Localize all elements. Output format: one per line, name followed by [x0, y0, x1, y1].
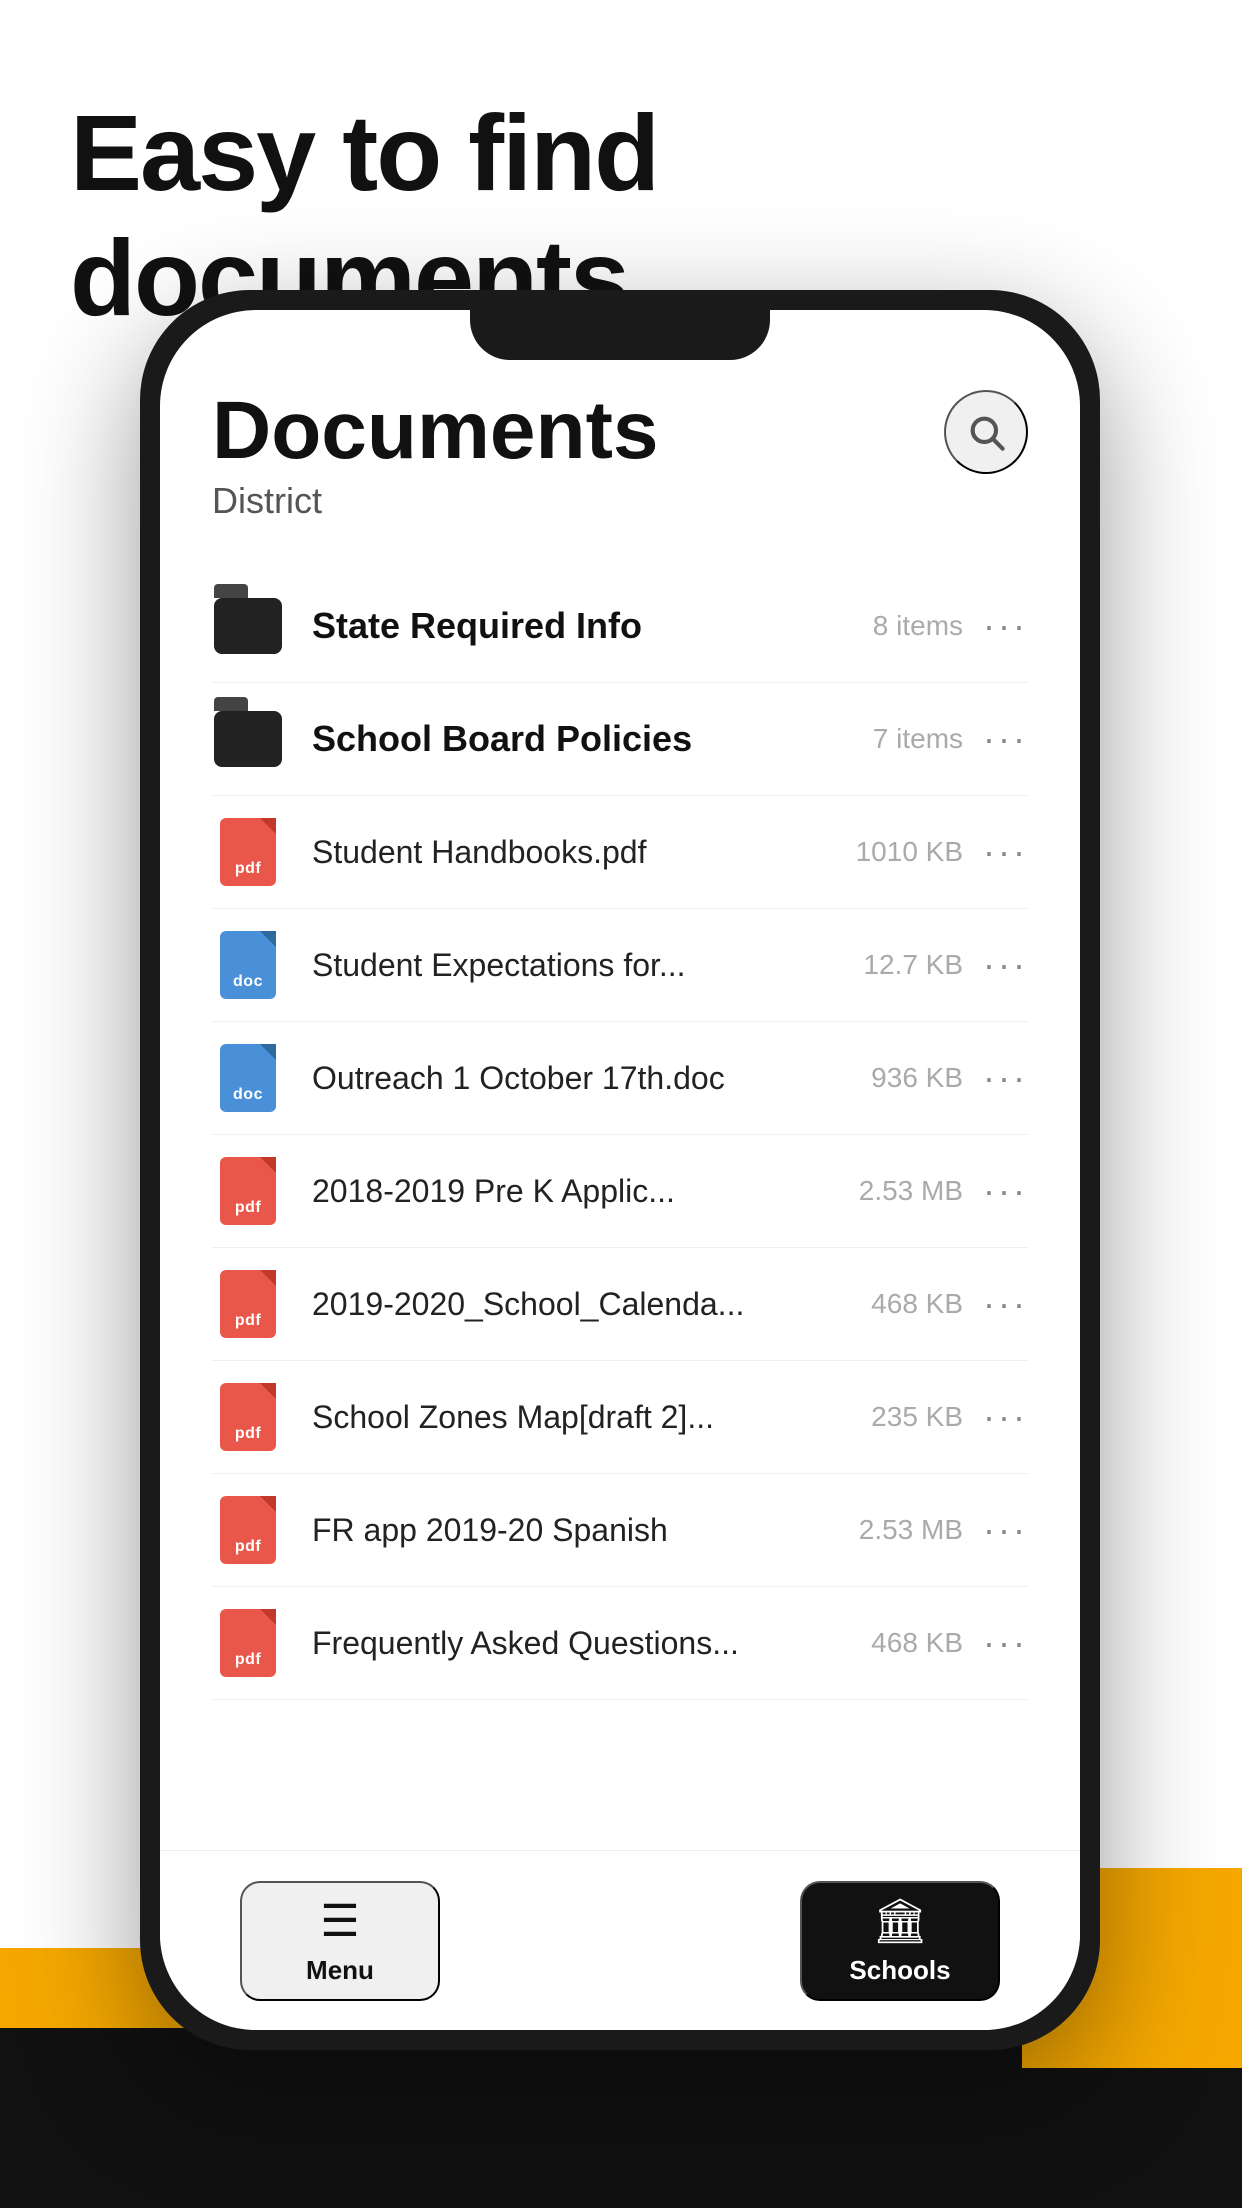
file-size: 468 KB	[853, 1627, 963, 1659]
list-item[interactable]: pdf 2018-2019 Pre K Applic... 2.53 MB ··…	[212, 1135, 1028, 1248]
list-item[interactable]: pdf FR app 2019-20 Spanish 2.53 MB ···	[212, 1474, 1028, 1587]
file-name: Outreach 1 October 17th.doc	[312, 1060, 833, 1097]
file-name: 2019-2020_School_Calenda...	[312, 1286, 833, 1323]
search-icon	[966, 412, 1006, 452]
pdf-icon: pdf	[212, 1155, 284, 1227]
more-button[interactable]: ···	[983, 1170, 1028, 1212]
file-size: 468 KB	[853, 1288, 963, 1320]
doc-icon: doc	[212, 1042, 284, 1114]
file-name: Frequently Asked Questions...	[312, 1625, 833, 1662]
file-size: 2.53 MB	[853, 1175, 963, 1207]
app-content: Documents District State Requ	[160, 310, 1080, 1850]
search-button[interactable]	[944, 390, 1028, 474]
list-item[interactable]: pdf Frequently Asked Questions... 468 KB…	[212, 1587, 1028, 1700]
file-size: 235 KB	[853, 1401, 963, 1433]
menu-tab-label: Menu	[306, 1955, 374, 1986]
list-item[interactable]: pdf 2019-2020_School_Calenda... 468 KB ·…	[212, 1248, 1028, 1361]
file-name: State Required Info	[312, 605, 833, 647]
documents-title: Documents	[212, 390, 659, 472]
pdf-icon: pdf	[212, 1494, 284, 1566]
file-size: 936 KB	[853, 1062, 963, 1094]
phone-screen: Documents District State Requ	[160, 310, 1080, 2030]
tab-bar: ☰ Menu 🏛 Schools	[160, 1850, 1080, 2030]
file-size: 12.7 KB	[853, 949, 963, 981]
file-name: FR app 2019-20 Spanish	[312, 1512, 833, 1549]
file-name: Student Handbooks.pdf	[312, 834, 833, 871]
file-name: School Board Policies	[312, 718, 833, 760]
list-item[interactable]: State Required Info 8 items ···	[212, 570, 1028, 683]
app-header: Documents District	[212, 390, 1028, 522]
more-button[interactable]: ···	[983, 831, 1028, 873]
more-button[interactable]: ···	[983, 718, 1028, 760]
more-button[interactable]: ···	[983, 1057, 1028, 1099]
pdf-icon: pdf	[212, 1381, 284, 1453]
phone-mockup: Documents District State Requ	[140, 290, 1100, 2050]
file-name: School Zones Map[draft 2]...	[312, 1399, 833, 1436]
more-button[interactable]: ···	[983, 605, 1028, 647]
schools-tab-label: Schools	[849, 1955, 950, 1986]
pdf-icon: pdf	[212, 1607, 284, 1679]
phone-notch	[470, 310, 770, 360]
file-size: 1010 KB	[853, 836, 963, 868]
documents-subtitle: District	[212, 480, 659, 522]
more-button[interactable]: ···	[983, 1283, 1028, 1325]
schools-icon: 🏛	[872, 1895, 928, 1947]
pdf-icon: pdf	[212, 816, 284, 888]
list-item[interactable]: doc Outreach 1 October 17th.doc 936 KB ·…	[212, 1022, 1028, 1135]
list-item[interactable]: pdf Student Handbooks.pdf 1010 KB ···	[212, 796, 1028, 909]
list-item[interactable]: School Board Policies 7 items ···	[212, 683, 1028, 796]
more-button[interactable]: ···	[983, 1622, 1028, 1664]
file-size: 2.53 MB	[853, 1514, 963, 1546]
list-item[interactable]: pdf School Zones Map[draft 2]... 235 KB …	[212, 1361, 1028, 1474]
more-button[interactable]: ···	[983, 1396, 1028, 1438]
more-button[interactable]: ···	[983, 1509, 1028, 1551]
list-item[interactable]: doc Student Expectations for... 12.7 KB …	[212, 909, 1028, 1022]
header-left: Documents District	[212, 390, 659, 522]
file-list: State Required Info 8 items ··· School B…	[212, 570, 1028, 1850]
file-size: 7 items	[853, 723, 963, 755]
menu-tab[interactable]: ☰ Menu	[240, 1881, 440, 2001]
schools-tab[interactable]: 🏛 Schools	[800, 1881, 1000, 2001]
file-name: 2018-2019 Pre K Applic...	[312, 1173, 833, 1210]
folder-icon	[212, 703, 284, 775]
doc-icon: doc	[212, 929, 284, 1001]
menu-icon: ☰	[320, 1896, 359, 1947]
file-name: Student Expectations for...	[312, 947, 833, 984]
more-button[interactable]: ···	[983, 944, 1028, 986]
pdf-icon: pdf	[212, 1268, 284, 1340]
file-size: 8 items	[853, 610, 963, 642]
folder-icon	[212, 590, 284, 662]
